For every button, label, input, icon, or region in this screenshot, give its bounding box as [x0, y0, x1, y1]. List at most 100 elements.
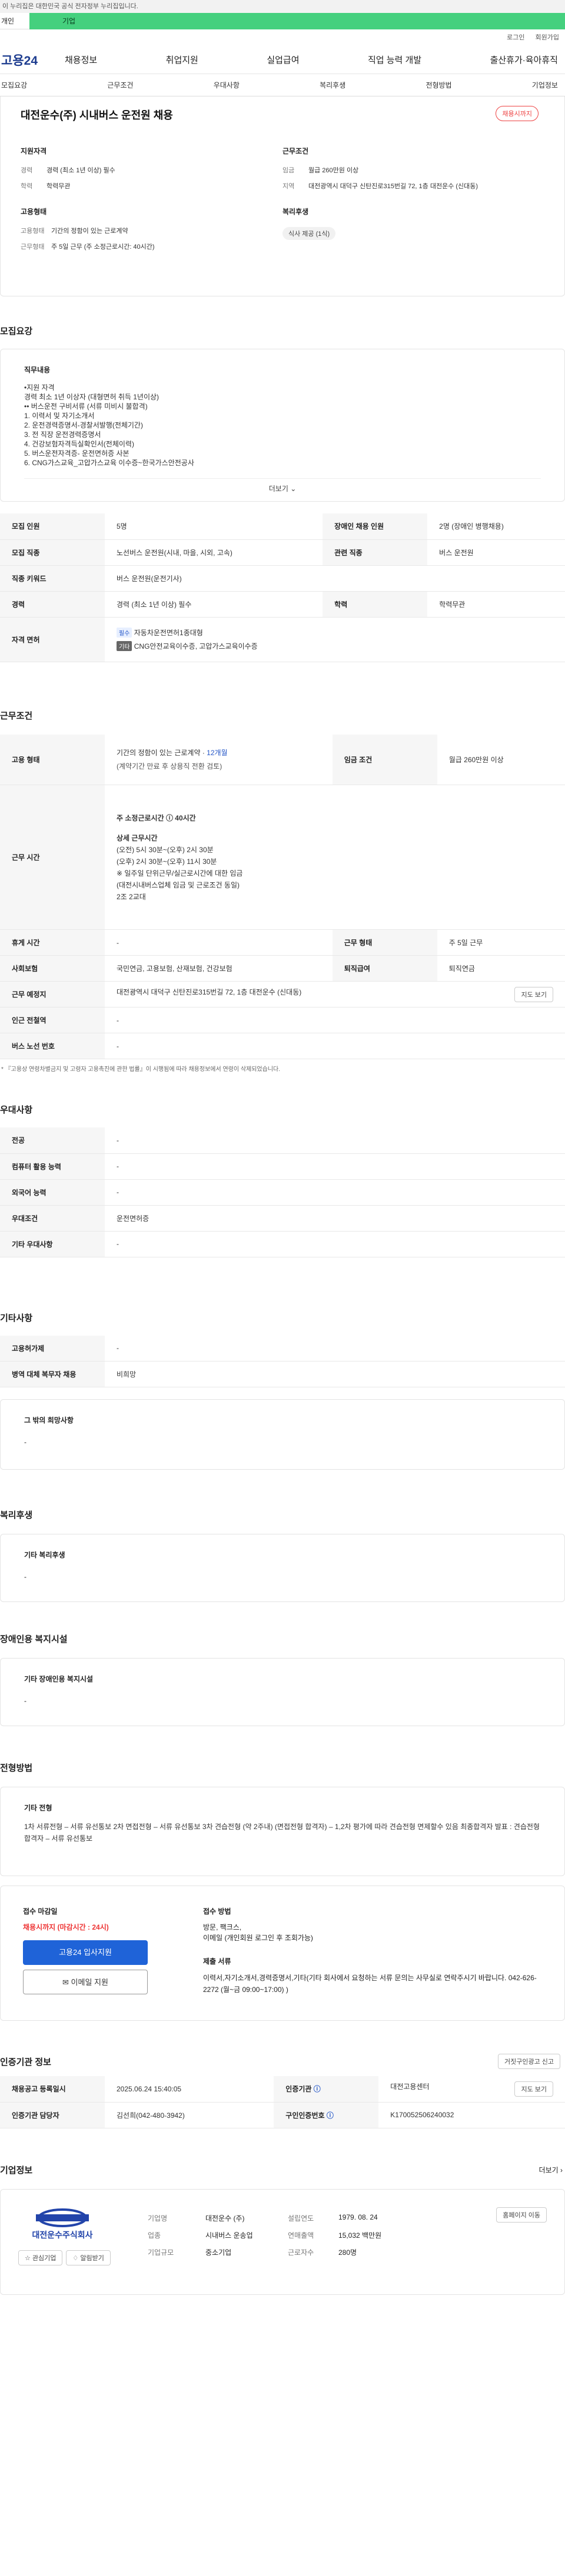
emp-type: 기간의 정함이 있는 근로계약 ·: [117, 749, 207, 758]
td: -: [105, 1335, 565, 1362]
anchor-pref[interactable]: 우대사항: [214, 80, 240, 90]
company-logo: 대전운수주식회사: [32, 2208, 93, 2240]
th: 자격 면허: [0, 617, 105, 662]
time-line: ※ 일주일 단위근무/실근로시간에 대한 임금: [117, 869, 243, 877]
label: 근무형태: [21, 243, 45, 251]
v: 1979. 08. 24: [338, 2213, 378, 2221]
info-icon[interactable]: ⓘ: [327, 2111, 334, 2120]
th: 경력: [0, 591, 105, 618]
license-cell: 필수 자동차운전면허1종대형 기타 CNG안전교육이수증, 고압가스교육이수증: [105, 617, 565, 662]
label: 고용형태: [21, 228, 45, 235]
method-line: 이메일 (개인회원 로그인 후 조회가능): [203, 1934, 313, 1942]
th: 인근 전철역: [0, 1007, 105, 1033]
alert-button[interactable]: ♢ 알림받기: [66, 2250, 111, 2265]
time-line: 상세 근무시간: [117, 833, 158, 842]
email-apply-label: 이메일 지원: [71, 1978, 108, 1987]
email-apply-button[interactable]: ✉ 이메일 지원: [23, 1970, 148, 1994]
site-logo[interactable]: 고용24: [0, 51, 65, 69]
td: 국민연금, 고용보험, 산재보험, 건강보험: [105, 955, 333, 982]
th: 모집 인원: [0, 513, 105, 540]
desc-line: 4. 건강보험자격득실확인서(전체이력): [24, 440, 134, 448]
gov-banner: 이 누리집은 대한민국 공식 전자정부 누리집입니다.: [0, 0, 565, 13]
login-link[interactable]: 로그인: [507, 29, 524, 46]
anchor-company[interactable]: 기업정보: [532, 80, 558, 90]
map-button[interactable]: 지도 보기: [514, 986, 553, 1002]
other-wish-value: -: [24, 1438, 26, 1446]
company-more-link[interactable]: 더보기 ›: [539, 2165, 563, 2175]
th: 버스 노선 번호: [0, 1033, 105, 1059]
deadline-badge: 채용시까지: [496, 106, 539, 121]
th: 우대조건: [0, 1205, 105, 1232]
th: 채용공고 등록일시: [0, 2076, 105, 2103]
more-button[interactable]: 더보기 ⌄: [24, 478, 541, 493]
th: 기타 우대사항: [0, 1231, 105, 1257]
th: 사회보험: [0, 955, 105, 982]
join-link[interactable]: 회원가입: [536, 29, 559, 46]
tab-personal[interactable]: 개인: [0, 13, 29, 29]
td: -: [105, 1231, 565, 1257]
td: 학력무관: [427, 591, 565, 618]
anchor-work[interactable]: 근무조건: [107, 80, 133, 90]
desc-line: 5. 버스운전자격증- 운전면허증 사본: [24, 449, 129, 458]
info-icon[interactable]: ⓘ: [314, 2085, 321, 2093]
td: -: [105, 1127, 565, 1154]
anchor-recruit[interactable]: 모집요강: [1, 80, 27, 90]
nav-leave[interactable]: 출산휴가·육아휴직: [490, 54, 558, 66]
th: 병역 대체 복무자 채용: [0, 1361, 105, 1387]
welfare-heading: 기타 복리후생: [24, 1551, 65, 1559]
td: 월급 260만원 이상: [437, 734, 565, 785]
recruit-table: 모집 인원 5명 장애인 채용 인원 2명 (장애인 병행채용) 모집 직종 노선버스 …: [0, 513, 565, 662]
apply-button[interactable]: 고용24 입사지원: [23, 1940, 148, 1965]
nav-training[interactable]: 직업 능력 개발: [368, 54, 421, 66]
age-note: * 『고용상 연령차별금지 및 고령자 고용촉진에 관한 법률』이 시행됨에 따…: [1, 1066, 281, 1073]
report-button[interactable]: 거짓구인광고 신고: [497, 2054, 560, 2069]
chevron-right-icon: ›: [560, 2165, 563, 2174]
value: 주 5일 근무 (주 소정근로시간: 40시간): [51, 243, 155, 251]
company-logo-area: 대전운수주식회사 ☆ 관심기업 ♢ 알림받기: [18, 2207, 148, 2277]
bell-icon: ♢: [72, 2254, 79, 2262]
td: 노선버스 운전원(시내, 마을, 시외, 고속): [105, 539, 323, 566]
td: -: [105, 1153, 565, 1180]
v: 280명: [338, 2248, 357, 2257]
time-line: (오전) 5시 30분~(오후) 2시 30분: [117, 845, 214, 854]
value: 대전광역시 대덕구 신탄진로315번길 72, 1층 대전운수 (신대동): [308, 183, 478, 190]
type-heading: 고용형태: [21, 208, 47, 216]
license-2: CNG안전교육이수증, 고압가스교육이수증: [134, 642, 258, 650]
nav-employment-support[interactable]: 취업지원: [166, 54, 198, 66]
process-heading: 기타 전형: [24, 1804, 52, 1812]
th: 임금 조건: [332, 734, 437, 785]
job-summary: 대전운수(주) 시내버스 운전원 채용 채용시까지 지원자격 경력 경력 (최소 …: [0, 96, 565, 296]
td: K170052506240032: [378, 2102, 565, 2128]
th: 근무 형태: [332, 929, 437, 956]
homepage-button[interactable]: 홈페이지 이동: [496, 2207, 547, 2223]
td: 주 5일 근무: [437, 929, 565, 956]
docs-value: 이력서,자기소개서,경력증명서,기타(기타 회사에서 요청하는 서류 문의는 사…: [203, 1974, 537, 1994]
anchor-process[interactable]: 전형방법: [426, 80, 451, 90]
nav-jobs[interactable]: 채용정보: [65, 54, 97, 66]
k: 근로자수: [288, 2248, 314, 2257]
auth-header: 인증기관 정보 거짓구인광고 신고: [0, 2054, 565, 2069]
auth-map-button[interactable]: 지도 보기: [514, 2081, 553, 2097]
weekly-hours: 주 소정근로시간 ⓘ 40시간: [117, 813, 196, 822]
disability-box: 기타 장애인용 복지시설 -: [0, 1658, 565, 1726]
qual-heading: 지원자격: [21, 147, 47, 155]
desc-line: 6. CNG가스교육_고압가스교육 이수증~한국가스안전공사: [24, 459, 194, 467]
label: 경력: [21, 167, 33, 174]
anchor-welfare[interactable]: 복리후생: [320, 80, 345, 90]
favorite-label: 관심기업: [32, 2254, 56, 2262]
tab-company[interactable]: 기업: [29, 13, 565, 29]
desc-line: •• 버스운전 구비서류 (서류 미비시 불합격): [24, 402, 148, 411]
other-tag: 기타: [117, 641, 132, 651]
process-box: 기타 전형 1차 서류전형 – 서류 유선통보 2차 면접전형 – 서류 유선통…: [0, 1787, 565, 1876]
td: 대전고용센터 지도 보기: [378, 2076, 565, 2103]
td: 2025.06.24 15:40:05: [105, 2076, 274, 2103]
th: 퇴직급여: [332, 955, 437, 982]
td: 기간의 정함이 있는 근로계약 · 12개월 (계약기간 만료 후 상용직 전환 …: [105, 734, 333, 785]
favorite-button[interactable]: ☆ 관심기업: [18, 2250, 63, 2265]
nav-unemployment[interactable]: 실업급여: [267, 54, 299, 66]
v: 대전운수 (주): [205, 2214, 245, 2223]
auth-org-label: 인증기관: [285, 2085, 312, 2094]
company-info: 기업명 대전운수 (주) 설립연도 1979. 08. 24 업종 시내버스 운송업 연매…: [148, 2207, 496, 2277]
v: 시내버스 운송업: [205, 2231, 253, 2240]
section-title-recruit: 모집요강: [0, 326, 33, 336]
